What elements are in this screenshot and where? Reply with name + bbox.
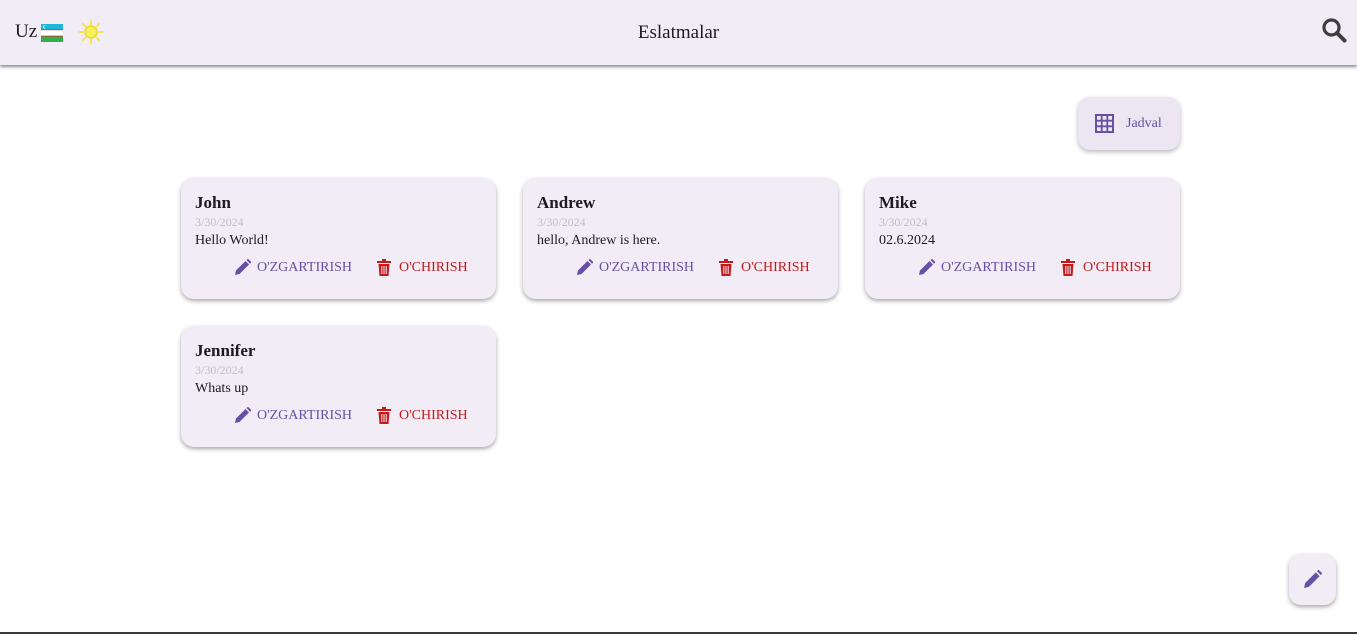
edit-label: O'ZGARTIRISH: [941, 260, 1037, 275]
note-date: 3/30/2024: [195, 363, 244, 377]
edit-label: O'ZGARTIRISH: [257, 260, 353, 275]
delete-label: O'CHIRISH: [741, 260, 810, 275]
pencil-icon: [577, 259, 593, 275]
note-title: John: [195, 193, 231, 212]
pencil-icon: [235, 407, 251, 423]
note-date: 3/30/2024: [879, 215, 928, 229]
pencil-icon: [1304, 570, 1322, 588]
page-title: Eslatmalar: [637, 22, 720, 43]
note-text: 02.6.2024: [879, 233, 935, 248]
edit-label: O'ZGARTIRISH: [599, 260, 695, 275]
delete-label: O'CHIRISH: [399, 260, 468, 275]
grid-icon: [1095, 114, 1114, 133]
delete-label: O'CHIRISH: [1083, 260, 1152, 275]
note-title: Mike: [879, 193, 917, 212]
note-card: Andrew 3/30/2024 hello, Andrew is here. …: [523, 178, 838, 299]
note-card: John 3/30/2024 Hello World! O'ZGARTIRISH…: [181, 178, 496, 299]
pencil-icon: [919, 259, 935, 275]
trash-icon: [377, 259, 391, 276]
note-title: Andrew: [537, 193, 596, 212]
note-text: Whats up: [195, 381, 249, 396]
note-text: hello, Andrew is here.: [537, 233, 661, 248]
trash-icon: [377, 407, 391, 424]
note-text: Hello World!: [195, 233, 269, 248]
add-note-button[interactable]: [1289, 554, 1336, 605]
trash-icon: [719, 259, 733, 276]
note-title: Jennifer: [195, 341, 256, 360]
pencil-icon: [235, 259, 251, 275]
note-card: Mike 3/30/2024 02.6.2024 O'ZGARTIRISH O'…: [865, 178, 1180, 299]
note-date: 3/30/2024: [195, 215, 244, 229]
note-card: Jennifer 3/30/2024 Whats up O'ZGARTIRISH…: [181, 326, 496, 447]
note-date: 3/30/2024: [537, 215, 586, 229]
edit-label: O'ZGARTIRISH: [257, 408, 353, 423]
app-bar: Uz Eslatmalar: [0, 0, 1357, 65]
search-icon[interactable]: [1321, 17, 1347, 43]
trash-icon: [1061, 259, 1075, 276]
view-toggle-label: Jadval: [1126, 116, 1162, 131]
delete-label: O'CHIRISH: [399, 408, 468, 423]
view-toggle-button[interactable]: Jadval: [1078, 97, 1180, 150]
